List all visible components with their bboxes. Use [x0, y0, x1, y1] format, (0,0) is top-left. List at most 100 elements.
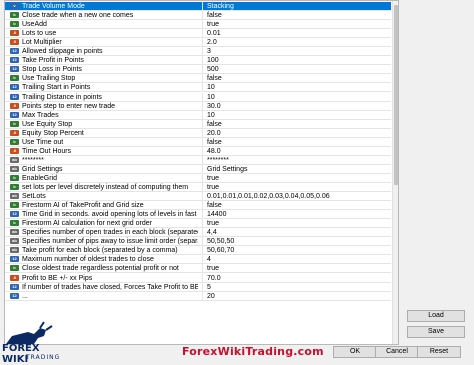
input-value[interactable]: false [207, 74, 387, 83]
input-value[interactable]: 48.0 [207, 147, 387, 156]
input-value[interactable]: 50,60,70 [207, 246, 387, 255]
input-row[interactable]: b Use Time out false [5, 137, 391, 147]
column-divider [202, 201, 203, 211]
input-value[interactable]: true [207, 264, 387, 273]
input-row[interactable]: .0 Lots to use 0.01 [5, 29, 391, 39]
load-button[interactable]: Load [407, 310, 465, 322]
input-name: SetLots [22, 193, 46, 201]
input-value[interactable]: 5 [207, 283, 387, 292]
input-row[interactable]: 12 Time Grid in seconds. avoid opening lo… [5, 210, 391, 220]
input-row[interactable]: 12 Allowed slippage in points 3 [5, 47, 391, 57]
string-icon: ab [10, 193, 19, 200]
column-divider [202, 29, 203, 39]
input-value[interactable]: false [207, 120, 387, 129]
input-row[interactable]: .0 Points step to enter new trade 30.0 [5, 101, 391, 111]
input-row[interactable]: .0 Equity Stop Percent 20.0 [5, 128, 391, 138]
input-row[interactable]: 12 Max Trades 10 [5, 110, 391, 120]
input-value[interactable]: 10 [207, 111, 387, 120]
input-row[interactable]: b set lots per level discretely instead o… [5, 183, 391, 192]
double-icon: .0 [10, 129, 19, 136]
column-divider [202, 173, 203, 183]
scrollbar-thumb[interactable] [394, 5, 398, 185]
bool-icon: b [10, 265, 19, 272]
input-row[interactable]: 12 Take Profit in Points 100 [5, 56, 391, 66]
input-row[interactable]: b Close trade when a new one comes false [5, 11, 391, 21]
save-button[interactable]: Save [407, 326, 465, 338]
cancel-button[interactable]: Cancel [375, 346, 419, 358]
ok-button[interactable]: OK [333, 346, 377, 358]
input-name: Take profit for each block (separated by… [22, 247, 178, 255]
input-value[interactable]: 0.01,0.01,0.01,0.02,0.03,0.04,0.05,0.06 [207, 192, 387, 201]
column-divider [202, 92, 203, 102]
input-value[interactable]: false [207, 201, 387, 210]
input-value[interactable]: 3 [207, 47, 387, 56]
column-divider [202, 246, 203, 256]
input-row[interactable]: .0 Time Out Hours 48.0 [5, 146, 391, 156]
input-value[interactable]: false [207, 138, 387, 147]
input-value[interactable]: true [207, 20, 387, 29]
input-row[interactable]: b Firestorm AI calculation for next grid … [5, 219, 391, 229]
input-value[interactable]: true [207, 219, 387, 228]
bool-icon: b [10, 174, 19, 181]
vertical-scrollbar[interactable] [392, 1, 398, 344]
input-row[interactable]: b EnableGrid true [5, 173, 391, 183]
input-value[interactable]: 30.0 [207, 102, 387, 111]
input-row[interactable]: 12... 20 [5, 291, 391, 301]
input-value[interactable]: 100 [207, 56, 387, 65]
input-row[interactable]: ab Take profit for each block (separated … [5, 246, 391, 256]
input-value[interactable]: true [207, 183, 387, 192]
input-name: Maximum number of oldest trades to close [22, 256, 154, 264]
input-row[interactable]: ab SetLots 0.01,0.01,0.01,0.02,0.03,0.04,0… [5, 192, 391, 202]
input-value[interactable]: true [207, 174, 387, 183]
bool-icon: b [10, 12, 19, 19]
input-value[interactable]: 20 [207, 292, 387, 301]
input-row[interactable]: b Firestorm AI of TakeProfit and Grid siz… [5, 201, 391, 211]
input-value[interactable]: 10 [207, 93, 387, 102]
bool-icon: b [10, 75, 19, 82]
input-name: Specifies number of pips away to issue l… [22, 238, 198, 246]
int-icon: 12 [10, 256, 19, 263]
input-value[interactable]: 50,50,50 [207, 237, 387, 246]
input-value[interactable]: false [207, 11, 387, 20]
input-name: UseAdd [22, 21, 47, 29]
input-value[interactable]: 70.0 [207, 274, 387, 283]
input-value[interactable]: 0.01 [207, 29, 387, 38]
reset-button[interactable]: Reset [417, 346, 461, 358]
int-icon: 12 [10, 84, 19, 91]
input-row[interactable]: 12 Stop Loss in Points 500 [5, 65, 391, 75]
column-divider [202, 110, 203, 120]
input-value[interactable]: 10 [207, 83, 387, 92]
input-row[interactable]: b Use Trailing Stop false [5, 74, 391, 84]
string-icon: ab [10, 165, 19, 172]
input-value[interactable]: 4 [207, 255, 387, 264]
input-row[interactable]: 12 Maximum number of oldest trades to clo… [5, 255, 391, 265]
input-row[interactable]: ab Grid Settings Grid Settings [5, 164, 391, 174]
input-row[interactable]: b Close oldest trade regardless potential… [5, 264, 391, 274]
input-value[interactable]: 14400 [207, 210, 387, 219]
input-row[interactable]: .0 Profit to BE +/- xx Pips 70.0 [5, 273, 391, 283]
input-value[interactable]: 500 [207, 65, 387, 74]
input-name: Allowed slippage in points [22, 48, 103, 56]
input-row[interactable]: ab Specifies number of open trades in eac… [5, 228, 391, 238]
input-value[interactable]: ******** [207, 156, 387, 165]
input-value[interactable]: 4,4 [207, 228, 387, 237]
bool-icon: b [10, 120, 19, 127]
input-value[interactable]: Grid Settings [207, 165, 387, 174]
input-row[interactable]: b UseAdd true [5, 20, 391, 30]
input-row[interactable]: ab Specifies number of pips away to issue… [5, 237, 391, 247]
input-value[interactable]: 20.0 [207, 129, 387, 138]
input-row[interactable]: 12 Trailing Distance in points 10 [5, 92, 391, 102]
input-row[interactable]: v Trade Volume Mode Stacking [5, 2, 391, 11]
input-row[interactable]: .0 Lot Multiplier 2.0 [5, 38, 391, 48]
input-row[interactable]: 12 If number of trades have closed, Force… [5, 282, 391, 292]
column-divider [202, 155, 203, 165]
input-row[interactable]: ab ******** ******** [5, 155, 391, 165]
input-row[interactable]: b Use Equity Stop false [5, 119, 391, 129]
input-name: Profit to BE +/- xx Pips [22, 274, 93, 282]
inputs-grid: v Trade Volume Mode Stacking b Close trade w… [4, 0, 399, 345]
input-row[interactable]: 12 Trailing Start in Points 10 [5, 83, 391, 93]
input-value[interactable]: 2.0 [207, 38, 387, 47]
column-divider [202, 56, 203, 66]
input-value[interactable]: Stacking [207, 2, 387, 11]
input-name: Close oldest trade regardless potential … [22, 265, 179, 273]
